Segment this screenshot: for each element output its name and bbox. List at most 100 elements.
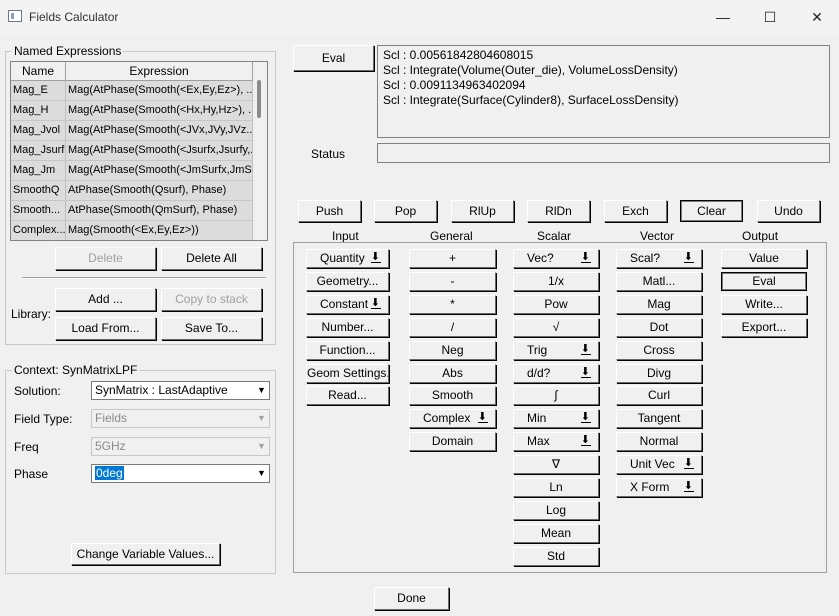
write-button[interactable]: Write... (721, 294, 807, 314)
row-name-cell[interactable]: Smooth... (11, 201, 66, 221)
row-expression-cell[interactable]: Mag(Smooth(<Ex,Ey,Ez>)) (66, 221, 253, 240)
cross-button[interactable]: Cross (616, 340, 702, 360)
value-button[interactable]: Value (721, 249, 807, 268)
min-button[interactable]: Min ⬇ (513, 409, 599, 429)
ln-button[interactable]: Ln (513, 478, 599, 497)
row-expression-cell[interactable]: Mag(AtPhase(Smooth(<JmSurfx,JmS... (66, 161, 253, 181)
domain-button[interactable]: Domain (409, 432, 496, 452)
geom-settings-label: Geom Settings... (307, 365, 389, 380)
scrollbar-thumb[interactable] (257, 80, 261, 118)
solution-select[interactable]: SynMatrix : LastAdaptive ▼ (91, 381, 270, 400)
trig-button[interactable]: Trig ⬇ (513, 340, 599, 360)
unit-vec-button[interactable]: Unit Vec ⬇ (616, 455, 702, 475)
table-row[interactable]: Mag_Jsurf Mag(AtPhase(Smooth(<Jsurfx,Jsur… (11, 141, 253, 161)
divg-button[interactable]: Divg (616, 363, 702, 383)
normal-button[interactable]: Normal (616, 432, 702, 452)
constant-button[interactable]: Constant ⬇ (306, 294, 389, 314)
row-name-cell[interactable]: Mag_Jm (11, 161, 66, 181)
push-button[interactable]: Push (298, 200, 361, 222)
change-variable-values-button[interactable]: Change Variable Values... (71, 543, 220, 565)
tangent-button[interactable]: Tangent (616, 409, 702, 429)
sqrt-button[interactable]: √ (513, 317, 599, 337)
close-button[interactable]: ✕ (799, 6, 835, 28)
undo-button[interactable]: Undo (757, 200, 820, 222)
add-button[interactable]: Add ... (55, 288, 156, 311)
eval-button[interactable]: Eval (721, 271, 807, 291)
trig-label: Trig (527, 342, 548, 357)
row-name-cell[interactable]: Complex... (11, 221, 66, 240)
scal-button[interactable]: Scal? ⬇ (616, 249, 702, 268)
minus-button[interactable]: - (409, 271, 496, 291)
max-button[interactable]: Max ⬇ (513, 432, 599, 452)
column-header-name[interactable]: Name (11, 62, 66, 81)
reciprocal-button[interactable]: 1/x (513, 271, 599, 291)
integral-button[interactable]: ∫ (513, 386, 599, 406)
table-row[interactable]: Mag_E Mag(AtPhase(Smooth(<Ex,Ey,Ez>), ... (11, 81, 253, 101)
pow-button[interactable]: Pow (513, 294, 599, 314)
save-to-button[interactable]: Save To... (161, 317, 262, 340)
read-button[interactable]: Read... (306, 386, 389, 406)
table-row[interactable]: Mag_Jm Mag(AtPhase(Smooth(<JmSurfx,JmS... (11, 161, 253, 181)
pop-button[interactable]: Pop (374, 200, 437, 222)
neg-button[interactable]: Neg (409, 340, 496, 360)
table-scrollbar[interactable] (253, 62, 267, 240)
std-button[interactable]: Std (513, 546, 599, 566)
derivative-button[interactable]: d/d? ⬇ (513, 363, 599, 383)
row-expression-cell[interactable]: AtPhase(Smooth(Qsurf), Phase) (66, 181, 253, 201)
matl-button[interactable]: Matl... (616, 271, 702, 291)
load-from-button[interactable]: Load From... (55, 317, 156, 340)
phase-value[interactable]: 0deg (95, 466, 124, 480)
number-button[interactable]: Number... (306, 317, 389, 337)
function-button[interactable]: Function... (306, 340, 389, 360)
maximize-button[interactable]: ☐ (752, 6, 788, 28)
divide-button[interactable]: / (409, 317, 496, 337)
row-name-cell[interactable]: SmoothQ (11, 181, 66, 201)
mean-button[interactable]: Mean (513, 523, 599, 543)
quantity-button[interactable]: Quantity ⬇ (306, 249, 389, 268)
row-name-cell[interactable]: Mag_E (11, 81, 66, 101)
phase-select[interactable]: 0deg ▼ (91, 464, 270, 483)
mag-button[interactable]: Mag (616, 294, 702, 314)
row-expression-cell[interactable]: AtPhase(Smooth(QmSurf), Phase) (66, 201, 253, 221)
column-header-expression[interactable]: Expression (66, 62, 253, 81)
row-expression-cell[interactable]: Mag(AtPhase(Smooth(<Ex,Ey,Ez>), ... (66, 81, 253, 101)
x-form-button[interactable]: X Form ⬇ (616, 478, 702, 497)
rlup-button[interactable]: RlUp (451, 200, 514, 222)
copy-to-stack-button[interactable]: Copy to stack (161, 288, 262, 311)
complex-button[interactable]: Complex ⬇ (409, 409, 496, 429)
exch-button[interactable]: Exch (604, 200, 667, 222)
freq-select[interactable]: 5GHz ▼ (91, 437, 270, 456)
plus-button[interactable]: + (409, 249, 496, 268)
delete-all-button[interactable]: Delete All (161, 247, 262, 270)
multiply-button[interactable]: * (409, 294, 496, 314)
table-row[interactable]: SmoothQ AtPhase(Smooth(Qsurf), Phase) (11, 181, 253, 201)
row-expression-cell[interactable]: Mag(AtPhase(Smooth(<Hx,Hy,Hz>), ... (66, 101, 253, 121)
log-button[interactable]: Log (513, 500, 599, 520)
ln-label: Ln (549, 480, 563, 494)
field-type-select[interactable]: Fields ▼ (91, 409, 270, 428)
minimize-button[interactable]: — (705, 6, 741, 28)
delete-button[interactable]: Delete (55, 247, 156, 270)
done-button[interactable]: Done (374, 587, 449, 610)
dot-button[interactable]: Dot (616, 317, 702, 337)
row-name-cell[interactable]: Mag_Jsurf (11, 141, 66, 161)
table-row[interactable]: Smooth... AtPhase(Smooth(QmSurf), Phase) (11, 201, 253, 221)
rldn-button[interactable]: RlDn (527, 200, 590, 222)
row-expression-cell[interactable]: Mag(AtPhase(Smooth(<Jsurfx,Jsurfy,... (66, 141, 253, 161)
eval-button[interactable]: Eval (293, 45, 374, 71)
curl-button[interactable]: Curl (616, 386, 702, 406)
row-name-cell[interactable]: Mag_Jvol (11, 121, 66, 141)
clear-button[interactable]: Clear (680, 200, 743, 222)
geom-settings-button[interactable]: Geom Settings... (306, 363, 389, 383)
row-expression-cell[interactable]: Mag(AtPhase(Smooth(<JVx,JVy,JVz... (66, 121, 253, 141)
row-name-cell[interactable]: Mag_H (11, 101, 66, 121)
smooth-button[interactable]: Smooth (409, 386, 496, 406)
table-row[interactable]: Complex... Mag(Smooth(<Ex,Ey,Ez>)) (11, 221, 253, 240)
export-button[interactable]: Export... (721, 317, 807, 337)
gradient-button[interactable]: ∇ (513, 455, 599, 475)
vec-button[interactable]: Vec? ⬇ (513, 249, 599, 268)
table-row[interactable]: Mag_H Mag(AtPhase(Smooth(<Hx,Hy,Hz>), ... (11, 101, 253, 121)
table-row[interactable]: Mag_Jvol Mag(AtPhase(Smooth(<JVx,JVy,JVz.… (11, 121, 253, 141)
abs-button[interactable]: Abs (409, 363, 496, 383)
geometry-button[interactable]: Geometry... (306, 271, 389, 291)
